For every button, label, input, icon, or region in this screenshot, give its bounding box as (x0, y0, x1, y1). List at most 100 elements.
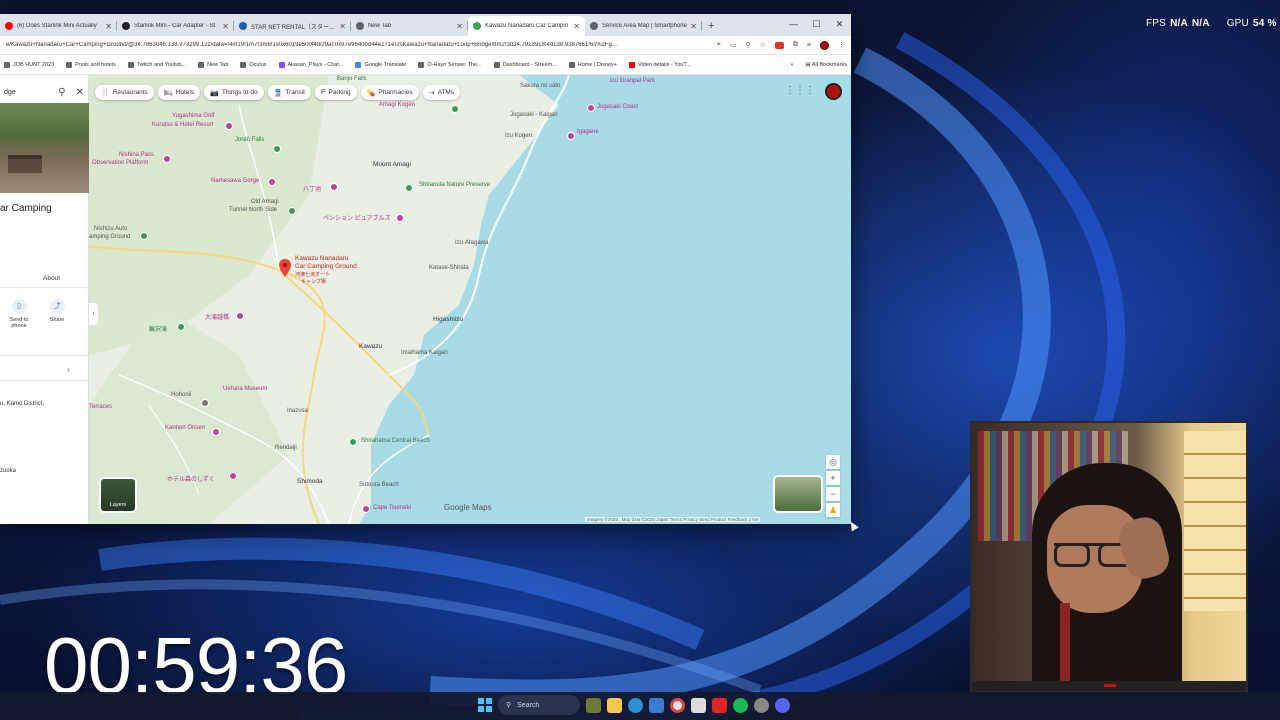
map-canvas[interactable]: 🍴 Restaurants 🛏 Hotels 📷 Things to do 🚆 Tran… (89, 75, 851, 524)
taskbar-search[interactable]: ⚲ Search (498, 695, 580, 715)
all-bookmarks-button[interactable]: ▤ All Bookmarks (805, 62, 847, 68)
map-label[interactable]: Igagane (577, 129, 599, 135)
extension-icon[interactable] (774, 41, 784, 49)
windows-start-icon[interactable] (478, 698, 492, 712)
map-label[interactable]: Amagi Kogen (379, 102, 415, 108)
maximize-icon[interactable]: ☐ (805, 14, 828, 36)
chip-atms[interactable]: ⇢ ATMs (422, 85, 461, 100)
send-to-phone-button[interactable]: ▯ Send to phone (0, 299, 38, 329)
map-label[interactable]: Observation Platform (92, 160, 148, 166)
map-label[interactable]: Terraces (89, 404, 112, 410)
close-icon[interactable]: ✕ (76, 87, 84, 98)
map-label[interactable]: Jogasaki - Kaigan (510, 112, 558, 118)
attraction-icon[interactable] (330, 183, 338, 191)
map-label[interactable]: Yugashima Golf (172, 113, 214, 119)
map-label[interactable]: Kuratsu & Hotel Resort (152, 122, 213, 128)
file-explorer-icon[interactable] (607, 697, 622, 713)
chip-transit[interactable]: 🚆 Transit (267, 85, 311, 100)
menu-icon[interactable]: ⋮ (838, 41, 845, 49)
chip-pharmacies[interactable]: 💊 Pharmacies (360, 85, 419, 100)
close-window-icon[interactable]: ✕ (828, 14, 851, 36)
spotify-icon[interactable] (733, 697, 748, 713)
my-location-icon[interactable]: ◎ (826, 455, 840, 469)
settings-icon[interactable] (754, 697, 769, 713)
bookmark[interactable]: Akasan_Plays - Chat... (278, 61, 343, 68)
map-label[interactable]: Izu-Atagawa (455, 240, 488, 246)
collapse-panel-button[interactable]: ‹ (89, 303, 98, 325)
chip-parking[interactable]: P Parking (314, 85, 357, 100)
location-pin-icon[interactable] (279, 259, 291, 277)
attraction-icon[interactable] (587, 104, 595, 112)
chrome-icon[interactable] (670, 697, 685, 713)
attraction-icon[interactable] (225, 122, 233, 130)
browser-tab[interactable]: New Tab ✕ (351, 16, 468, 36)
account-avatar[interactable] (825, 83, 842, 100)
street-view-thumbnail[interactable] (773, 475, 823, 513)
close-icon[interactable]: ✕ (573, 22, 580, 31)
media-icon[interactable]: ≡ (807, 42, 811, 49)
park-icon[interactable] (288, 207, 296, 215)
attraction-icon[interactable] (163, 155, 171, 163)
location-icon[interactable]: ⌖ (717, 41, 721, 49)
profile-avatar[interactable] (820, 40, 829, 50)
park-icon[interactable] (405, 184, 413, 192)
bookmark[interactable]: Twitch and Youtub... (127, 61, 186, 68)
app-icon[interactable] (775, 697, 790, 713)
selected-place-jp-2[interactable]: キャンプ場 (301, 278, 326, 285)
map-label[interactable]: Izu Granpal Park (610, 78, 655, 84)
zoom-in-button[interactable]: + (826, 471, 840, 485)
bookmark[interactable]: Oculus (240, 61, 267, 68)
map-label[interactable]: Shimoda (297, 478, 323, 485)
zoom-icon[interactable]: ⚲ (745, 41, 750, 49)
close-icon[interactable]: ✕ (456, 22, 463, 31)
bookmark[interactable]: Home | Disney+ (568, 61, 617, 68)
map-label[interactable]: Kawazu (359, 343, 382, 350)
map-label[interactable]: Inazusa (287, 408, 308, 414)
map-label[interactable]: Sotoura Beach (359, 482, 399, 488)
new-tab-button[interactable]: + (702, 16, 720, 36)
store-icon[interactable] (691, 697, 706, 713)
map-label[interactable]: Sakura no sato (520, 83, 560, 89)
map-label[interactable]: Joren Falls (235, 137, 264, 143)
hotel-icon[interactable] (396, 214, 404, 222)
mail-icon[interactable] (649, 697, 664, 713)
bookmark[interactable]: Pools and hotels (66, 61, 116, 68)
zoom-out-button[interactable]: − (826, 487, 840, 501)
attraction-icon[interactable] (567, 132, 575, 140)
map-label[interactable]: Imaihama Kaigan (401, 350, 448, 356)
park-icon[interactable] (451, 105, 459, 113)
map-label[interactable]: amping Ground (89, 234, 130, 240)
bookmark[interactable]: Dashboard - Stream... (493, 61, 557, 68)
close-icon[interactable]: ✕ (222, 22, 229, 31)
map-label[interactable]: Old Amagi (251, 199, 279, 205)
map-label[interactable]: Tunnel North Side (229, 207, 277, 213)
map-label[interactable]: Mount Amagi (373, 161, 411, 168)
widgets-icon[interactable] (586, 697, 601, 713)
map-label[interactable]: 大滝越橋 (205, 312, 229, 321)
edge-icon[interactable] (628, 697, 643, 713)
cast-icon[interactable]: ▭ (730, 41, 737, 49)
park-icon[interactable] (177, 323, 185, 331)
map-label[interactable]: Katase-Shirata (429, 265, 469, 271)
bookmark[interactable]: Google Translate (355, 61, 406, 68)
attraction-icon[interactable] (236, 312, 244, 320)
search-query[interactable]: dge (4, 89, 48, 96)
browser-tab[interactable]: STAR NET RENTAL（スターネット）✕ (234, 16, 351, 36)
map-label[interactable]: Jogasaki Coast (597, 104, 638, 110)
hotel-icon[interactable] (229, 472, 237, 480)
attraction-icon[interactable] (268, 178, 276, 186)
place-photo[interactable] (0, 103, 89, 193)
map-label[interactable]: Hohonii (171, 392, 191, 398)
tab-about[interactable]: About (43, 275, 60, 282)
map-label[interactable]: ペンション ピュアブルズ (323, 213, 391, 222)
chip-things-to-do[interactable]: 📷 Things to do (204, 85, 264, 100)
selected-place-jp[interactable]: 河津七滝オート (295, 271, 330, 278)
map-label[interactable]: Rendaiji (275, 445, 297, 451)
map-label[interactable]: Nishizu Auto (94, 226, 127, 232)
chip-hotels[interactable]: 🛏 Hotels (157, 85, 201, 100)
selected-place-name-2[interactable]: Car Camping Ground (295, 263, 357, 270)
map-label[interactable]: Nishina Pass (119, 152, 154, 158)
campground-icon[interactable] (140, 232, 148, 240)
star-icon[interactable]: ☆ (760, 41, 766, 49)
browser-tab[interactable]: Starlink Mini - Car Adapter - St ✕ (117, 16, 234, 36)
